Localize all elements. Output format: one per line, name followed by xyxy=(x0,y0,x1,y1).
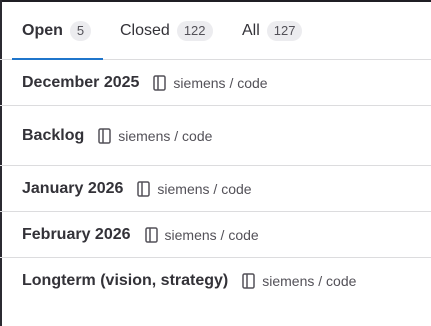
tab-closed[interactable]: Closed 122 xyxy=(120,2,213,59)
milestone-title-link[interactable]: February 2026 xyxy=(22,226,131,244)
tab-all[interactable]: All 127 xyxy=(242,2,303,59)
milestone-row: January 2026 siemens / code xyxy=(0,166,431,212)
milestone-project: siemens / code xyxy=(242,273,356,289)
project-path-link[interactable]: siemens / code xyxy=(173,75,267,91)
milestone-row: December 2025 siemens / code xyxy=(0,60,431,106)
milestone-title-link[interactable]: Backlog xyxy=(22,127,84,145)
tab-all-label: All xyxy=(242,21,260,39)
tab-all-count-badge: 127 xyxy=(266,20,303,41)
milestone-state-tabs: Open 5 Closed 122 All 127 xyxy=(0,2,431,60)
project-path-link[interactable]: siemens / code xyxy=(262,273,356,289)
milestones-page: Open 5 Closed 122 All 127 December 2025 … xyxy=(0,0,431,326)
project-icon xyxy=(137,180,151,197)
project-icon xyxy=(242,273,255,289)
milestone-row: Backlog siemens / code xyxy=(0,106,431,166)
milestone-title-link[interactable]: December 2025 xyxy=(22,74,139,92)
milestone-title-link[interactable]: Longterm (vision, strategy) xyxy=(22,272,228,290)
project-path-link[interactable]: siemens / code xyxy=(157,181,251,197)
project-path-link[interactable]: siemens / code xyxy=(165,227,259,243)
milestone-project: siemens / code xyxy=(144,226,259,243)
milestone-row: February 2026 siemens / code xyxy=(0,212,431,258)
project-icon xyxy=(144,226,158,243)
tab-open-count-badge: 5 xyxy=(69,20,92,41)
milestone-row: Longterm (vision, strategy) siemens / co… xyxy=(0,258,431,304)
project-icon xyxy=(98,127,111,144)
tab-closed-count-badge: 122 xyxy=(176,20,213,41)
milestone-project: siemens / code xyxy=(137,180,252,197)
milestone-project: siemens / code xyxy=(153,74,268,91)
milestone-project: siemens / code xyxy=(98,128,212,144)
project-icon xyxy=(153,74,167,91)
tab-open[interactable]: Open 5 xyxy=(11,2,104,60)
tab-open-label: Open xyxy=(22,21,63,39)
project-path-link[interactable]: siemens / code xyxy=(118,128,212,144)
milestone-title-link[interactable]: January 2026 xyxy=(22,180,123,198)
tab-closed-label: Closed xyxy=(120,21,170,39)
